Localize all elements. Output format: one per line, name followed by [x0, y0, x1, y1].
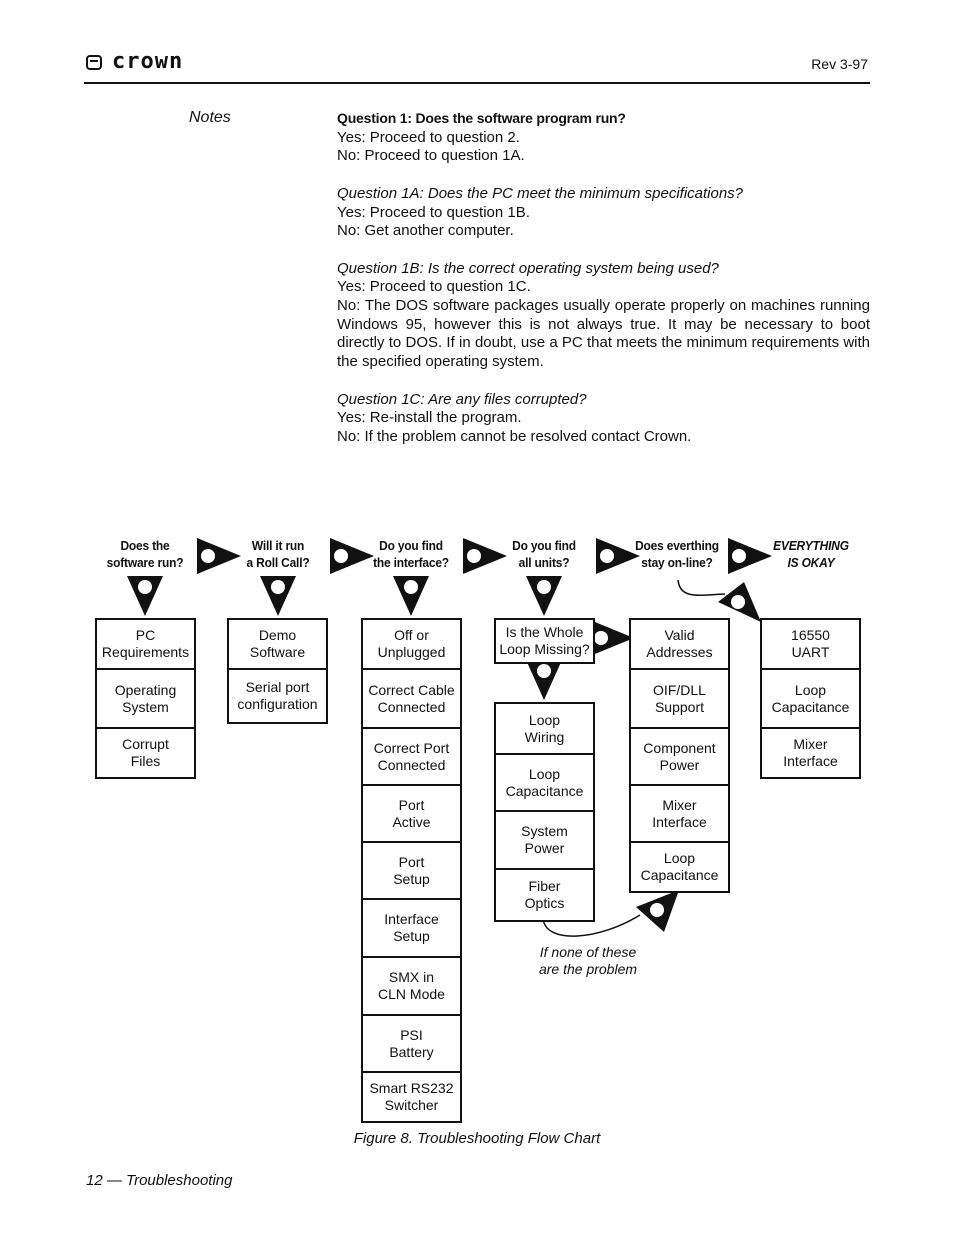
- check-item: Fiber Optics: [524, 878, 565, 911]
- question-line: the interface?: [373, 555, 449, 570]
- check-item: 16550 UART: [762, 620, 859, 670]
- arrow-curved-icon: [636, 890, 679, 932]
- question-line: IS OKAY: [787, 555, 835, 570]
- decision-whole-loop-missing: Is the Whole Loop Missing?: [494, 618, 595, 664]
- question-line: all units?: [518, 555, 570, 570]
- decision-text: Is the Whole Loop Missing?: [499, 624, 590, 657]
- question-line: Does the: [120, 538, 170, 553]
- arrow-right-icon: [590, 620, 634, 656]
- question-line: Will it run: [251, 538, 305, 553]
- check-item: Mixer Interface: [783, 736, 838, 769]
- check-item: Demo Software: [229, 620, 326, 670]
- check-item: Serial port configuration: [237, 679, 318, 712]
- check-item: Interface Setup: [363, 900, 460, 958]
- question-line: EVERYTHING: [773, 538, 849, 553]
- check-item: Correct Port Connected: [363, 729, 460, 786]
- check-item: Component Power: [631, 729, 728, 786]
- step-question-4: Do you find all units?: [497, 537, 591, 571]
- checklist-online: Valid Addresses OIF/DLL Support Component P…: [629, 618, 730, 893]
- checklist-units: Loop Wiring Loop Capacitance System Power F…: [494, 702, 595, 922]
- check-item: OIF/DLL Support: [631, 670, 728, 729]
- check-item: Correct Cable Connected: [363, 670, 460, 729]
- step-result-okay: EVERYTHING IS OKAY: [764, 537, 858, 571]
- figure-caption: Figure 8. Troubleshooting Flow Chart: [353, 1130, 601, 1147]
- page-footer: 12 — Troubleshooting: [86, 1172, 233, 1189]
- check-item: Off or Unplugged: [363, 620, 460, 670]
- step-question-5: Does everthing stay on-line?: [625, 537, 728, 571]
- check-item: PC Requirements: [97, 620, 194, 670]
- curve-connector: [677, 579, 726, 597]
- loop-note: If none of these are the problem: [538, 944, 638, 977]
- arrow-down-icon: [393, 576, 429, 616]
- check-item: Port Active: [363, 786, 460, 843]
- check-item: Loop Capacitance: [640, 850, 719, 883]
- check-item: Operating System: [97, 670, 194, 729]
- check-item: Loop Capacitance: [762, 670, 859, 729]
- question-line: stay on-line?: [641, 555, 713, 570]
- check-item: System Power: [496, 812, 593, 870]
- check-item: Corrupt Files: [122, 736, 169, 769]
- checklist-okay: 16550 UART Loop Capacitance Mixer Interface: [760, 618, 861, 779]
- question-line: Do you find: [379, 538, 443, 553]
- question-line: software run?: [106, 555, 184, 570]
- check-item: SMX in CLN Mode: [363, 958, 460, 1016]
- check-item: Port Setup: [363, 843, 460, 900]
- arrow-curved-icon: [718, 582, 761, 622]
- checklist-roll-call: Demo Software Serial port configuration: [227, 618, 328, 724]
- step-question-2: Will it run a Roll Call?: [231, 537, 325, 571]
- step-question-1: Does the software run?: [98, 537, 192, 571]
- arrow-down-icon: [127, 576, 163, 616]
- question-line: a Roll Call?: [246, 555, 310, 570]
- step-question-3: Do you find the interface?: [364, 537, 458, 571]
- check-item: Loop Capacitance: [496, 755, 593, 812]
- question-line: Does everthing: [635, 538, 719, 553]
- question-line: Do you find: [512, 538, 576, 553]
- arrow-down-icon: [526, 576, 562, 616]
- checklist-interface: Off or Unplugged Correct Cable Connected C…: [361, 618, 462, 1123]
- arrow-down-icon: [260, 576, 296, 616]
- check-item: Valid Addresses: [631, 620, 728, 670]
- check-item: Loop Wiring: [496, 704, 593, 755]
- checklist-software: PC Requirements Operating System Corrupt Fi…: [95, 618, 196, 779]
- arrow-down-icon: [526, 660, 562, 700]
- check-item: Smart RS232 Switcher: [369, 1080, 454, 1113]
- check-item: Mixer Interface: [631, 786, 728, 843]
- check-item: PSI Battery: [363, 1016, 460, 1073]
